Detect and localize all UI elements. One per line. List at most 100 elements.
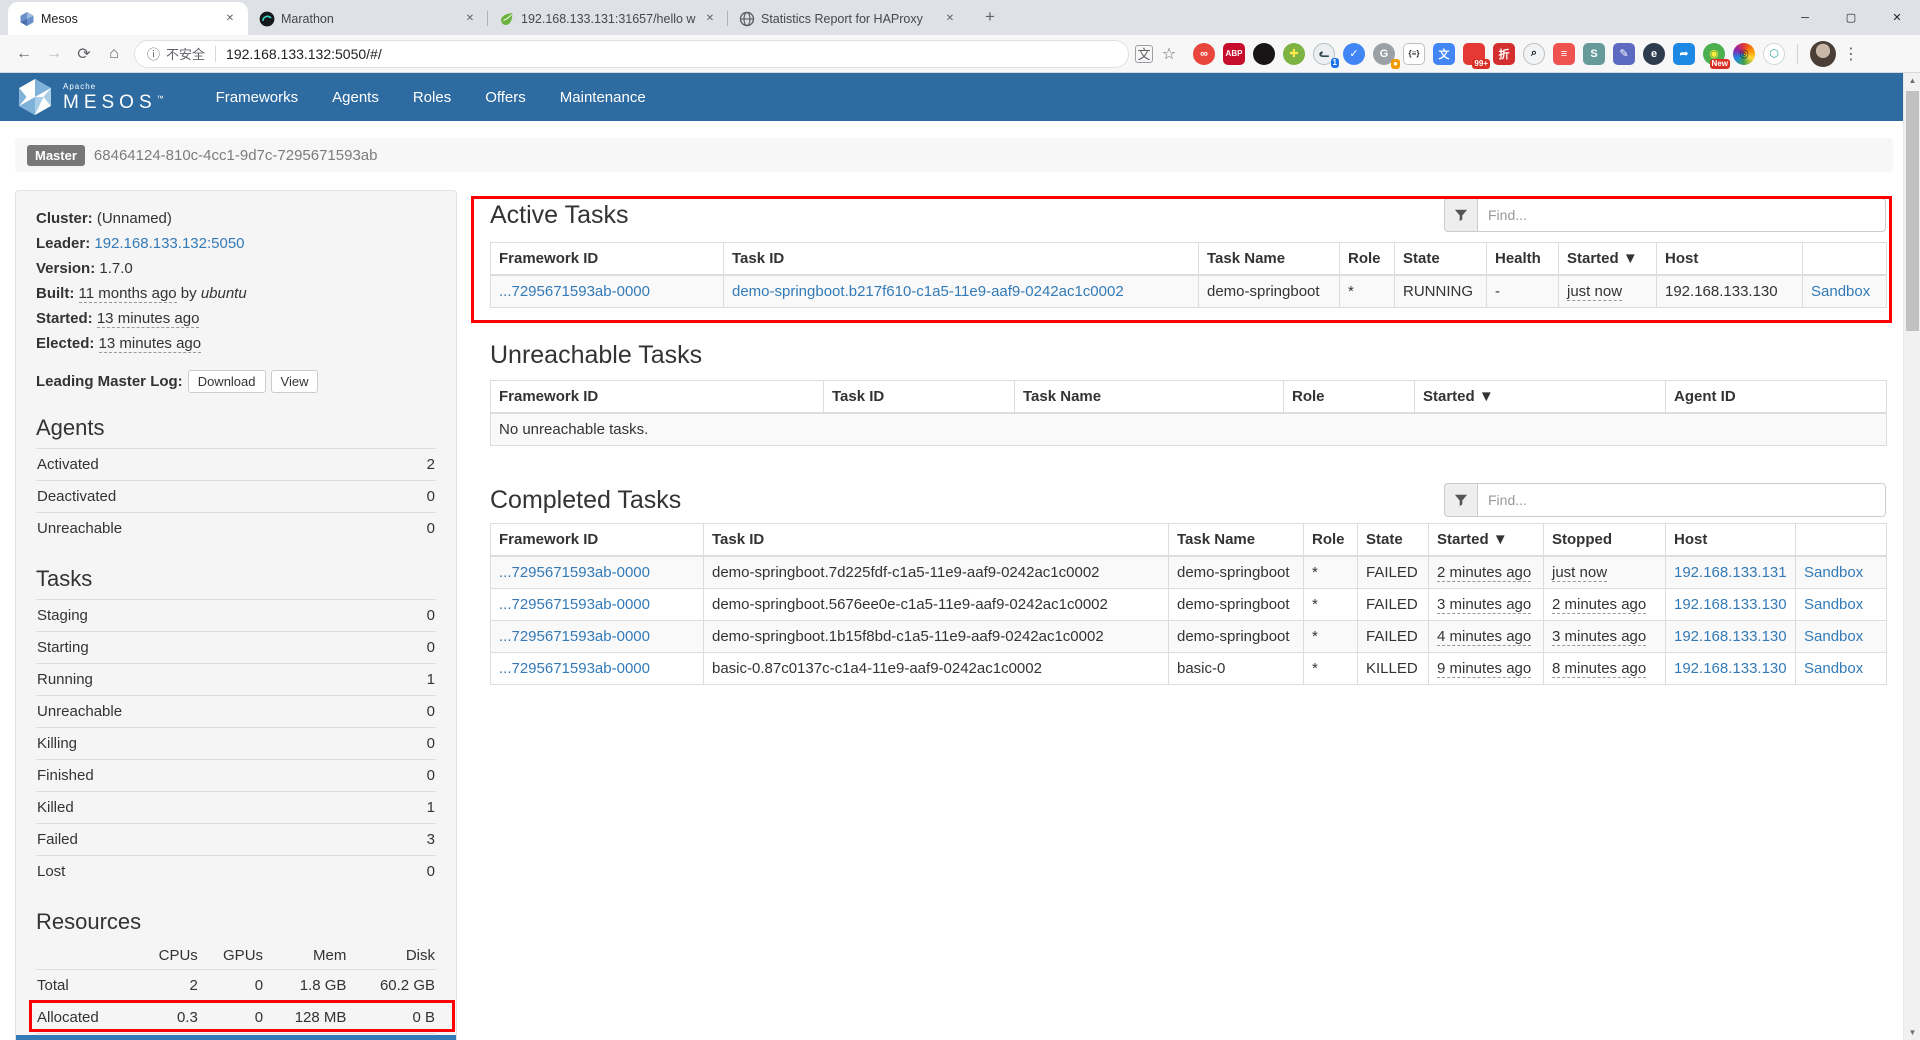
sandbox-link[interactable]: Sandbox	[1804, 660, 1863, 677]
translate-icon[interactable]: 文	[1135, 45, 1153, 63]
rainbow-camera-icon[interactable]: ◎	[1733, 43, 1755, 65]
cat-extension-icon[interactable]: ᓚ1	[1313, 43, 1335, 65]
scroll-down-icon[interactable]: ▼	[1904, 1025, 1920, 1040]
column-header-stopped[interactable]: Stopped	[1544, 524, 1666, 557]
home-icon[interactable]: ⌂	[100, 40, 128, 68]
note-pencil-icon[interactable]: ✎	[1613, 43, 1635, 65]
nav-item-agents[interactable]: Agents	[315, 74, 396, 121]
task_id-link[interactable]: demo-springboot.b217f610-c1a5-11e9-aaf9-…	[732, 283, 1124, 300]
column-header-agent_id[interactable]: Agent ID	[1666, 381, 1887, 414]
mesos-logo-icon[interactable]	[16, 78, 54, 116]
column-header-sandbox[interactable]	[1803, 243, 1887, 276]
info-icon[interactable]: ⓘ	[147, 44, 160, 63]
framework_id-link[interactable]: ...7295671593ab-0000	[499, 283, 650, 300]
new-tab-button[interactable]: +	[976, 3, 1004, 31]
column-header-task_id[interactable]: Task ID	[724, 243, 1199, 276]
framework_id-link[interactable]: ...7295671593ab-0000	[499, 660, 650, 677]
nav-item-roles[interactable]: Roles	[396, 74, 468, 121]
tab-close-icon[interactable]: ✕	[702, 11, 718, 27]
check-circle-icon[interactable]: ✓	[1343, 43, 1365, 65]
host-link[interactable]: 192.168.133.130	[1674, 596, 1787, 613]
column-header-state[interactable]: State	[1358, 524, 1429, 557]
column-header-role[interactable]: Role	[1284, 381, 1415, 414]
zhe-coupon-icon[interactable]: 折	[1493, 43, 1515, 65]
sandbox-link[interactable]: Sandbox	[1811, 283, 1870, 300]
gray-ring-icon[interactable]: G●	[1373, 43, 1395, 65]
github-octocat-icon[interactable]	[1253, 43, 1275, 65]
green-plus-icon[interactable]: ✚	[1283, 43, 1305, 65]
browser-tab[interactable]: 192.168.133.131:31657/hello w✕	[488, 2, 728, 35]
back-icon[interactable]: ←	[10, 40, 38, 68]
nav-item-frameworks[interactable]: Frameworks	[199, 74, 316, 121]
scrollbar-thumb[interactable]	[1906, 91, 1919, 331]
column-header-framework_id[interactable]: Framework ID	[491, 381, 824, 414]
address-bar[interactable]: ⓘ 不安全 192.168.133.132:5050/#/	[134, 40, 1129, 68]
column-header-host[interactable]: Host	[1657, 243, 1803, 276]
red-counter-icon[interactable]: 99+	[1463, 43, 1485, 65]
reload-icon[interactable]: ⟳	[70, 40, 98, 68]
letter-s-icon[interactable]: S	[1583, 43, 1605, 65]
minimize-button[interactable]: ─	[1782, 0, 1828, 35]
filter-icon[interactable]	[1444, 198, 1477, 232]
browser-tab[interactable]: Mesos✕	[8, 2, 248, 35]
column-header-task_id[interactable]: Task ID	[704, 524, 1169, 557]
profile-avatar[interactable]	[1810, 41, 1836, 67]
column-header-started[interactable]: Started ▼	[1559, 243, 1657, 276]
braces-menu-icon[interactable]: {≡}	[1403, 43, 1425, 65]
sandbox-link[interactable]: Sandbox	[1804, 596, 1863, 613]
teal-hexagon-icon[interactable]: ⬡	[1763, 43, 1785, 65]
infinity-extension-icon[interactable]: ∞	[1193, 43, 1215, 65]
tab-close-icon[interactable]: ✕	[222, 11, 238, 27]
active-find-input[interactable]	[1477, 198, 1886, 232]
mesos-brand[interactable]: Apache MESOS™	[63, 83, 169, 112]
column-header-task_name[interactable]: Task Name	[1015, 381, 1284, 414]
column-header-sandbox[interactable]	[1796, 524, 1887, 557]
column-header-role[interactable]: Role	[1340, 243, 1395, 276]
completed-find-input[interactable]	[1477, 483, 1886, 517]
column-header-started[interactable]: Started ▼	[1415, 381, 1666, 414]
vertical-scrollbar[interactable]: ▲ ▼	[1903, 73, 1920, 1040]
column-header-task_name[interactable]: Task Name	[1169, 524, 1304, 557]
column-header-host[interactable]: Host	[1666, 524, 1796, 557]
column-header-framework_id[interactable]: Framework ID	[491, 524, 704, 557]
nav-item-maintenance[interactable]: Maintenance	[543, 74, 663, 121]
translate-extension-icon[interactable]: 文	[1433, 43, 1455, 65]
host-link[interactable]: 192.168.133.130	[1674, 660, 1787, 677]
sandbox-link[interactable]: Sandbox	[1804, 564, 1863, 581]
browser-tab[interactable]: Statistics Report for HAProxy✕	[728, 2, 968, 35]
host-link[interactable]: 192.168.133.130	[1674, 628, 1787, 645]
tab-close-icon[interactable]: ✕	[462, 11, 478, 27]
close-button[interactable]: ✕	[1874, 0, 1920, 35]
view-button[interactable]: View	[271, 370, 319, 393]
bookmark-star-icon[interactable]: ☆	[1155, 40, 1183, 68]
nav-item-offers[interactable]: Offers	[468, 74, 543, 121]
column-header-started[interactable]: Started ▼	[1429, 524, 1544, 557]
column-header-state[interactable]: State	[1395, 243, 1487, 276]
framework_id-link[interactable]: ...7295671593ab-0000	[499, 596, 650, 613]
column-header-task_name[interactable]: Task Name	[1199, 243, 1340, 276]
adblock-plus-icon[interactable]: ABP	[1223, 43, 1245, 65]
chrome-colored-icon[interactable]: ◉New	[1703, 43, 1725, 65]
column-header-framework_id[interactable]: Framework ID	[491, 243, 724, 276]
browser-tab[interactable]: Marathon✕	[248, 2, 488, 35]
framework_id-link[interactable]: ...7295671593ab-0000	[499, 564, 650, 581]
letter-e-icon[interactable]: e	[1643, 43, 1665, 65]
column-header-task_id[interactable]: Task ID	[824, 381, 1015, 414]
search-person-icon[interactable]: ⌕	[1523, 43, 1545, 65]
tab-close-icon[interactable]: ✕	[942, 11, 958, 27]
framework_id-link[interactable]: ...7295671593ab-0000	[499, 628, 650, 645]
column-header-role[interactable]: Role	[1304, 524, 1358, 557]
red-notes-icon[interactable]: ≡	[1553, 43, 1575, 65]
filter-icon[interactable]	[1444, 483, 1477, 517]
glyph: 文	[1439, 46, 1450, 62]
share-arrow-icon[interactable]: ➦	[1673, 43, 1695, 65]
column-header-health[interactable]: Health	[1487, 243, 1559, 276]
forward-icon[interactable]: →	[40, 40, 68, 68]
host-link[interactable]: 192.168.133.131	[1674, 564, 1787, 581]
download-button[interactable]: Download	[188, 370, 266, 393]
field-value[interactable]: 192.168.133.132:5050	[94, 235, 244, 252]
browser-menu-icon[interactable]: ⋮	[1838, 44, 1864, 64]
sandbox-link[interactable]: Sandbox	[1804, 628, 1863, 645]
maximize-button[interactable]: ▢	[1828, 0, 1874, 35]
scroll-up-icon[interactable]: ▲	[1904, 73, 1920, 88]
